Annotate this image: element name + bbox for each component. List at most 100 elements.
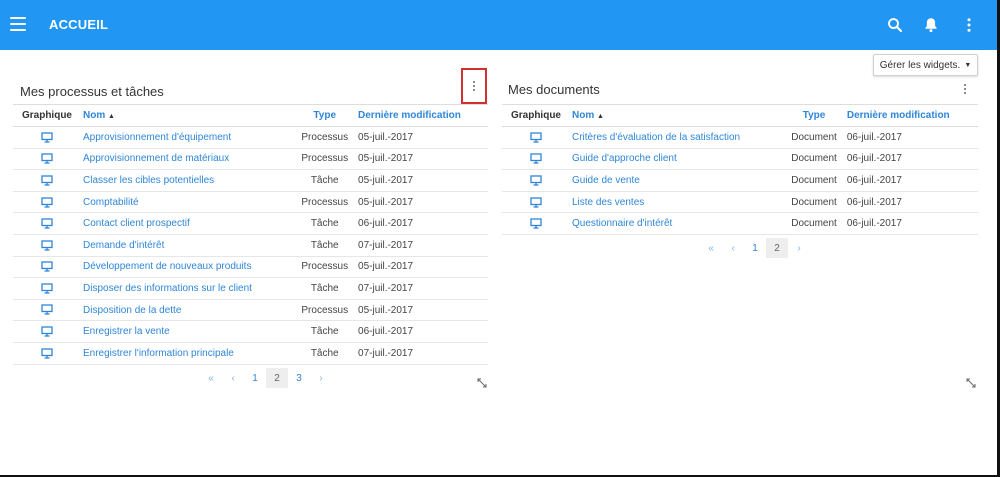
date-cell: 07-juil.-2017 bbox=[358, 239, 414, 251]
more-vert-icon[interactable] bbox=[960, 16, 978, 34]
date-cell: 05-juil.-2017 bbox=[358, 304, 414, 316]
graph-cell bbox=[502, 170, 570, 192]
prev-page-button[interactable]: ‹ bbox=[722, 238, 744, 258]
item-link[interactable]: Comptabilité bbox=[83, 197, 139, 208]
date-cell: 05-juil.-2017 bbox=[358, 153, 414, 165]
column-header-name-label: Nom bbox=[83, 110, 106, 121]
next-page-button[interactable]: › bbox=[788, 238, 810, 258]
type-cell: Document bbox=[791, 131, 837, 143]
menu-icon[interactable] bbox=[10, 17, 26, 31]
resize-handle-icon[interactable] bbox=[966, 378, 976, 388]
column-header-name-label: Nom bbox=[572, 110, 595, 121]
monitor-icon[interactable] bbox=[530, 218, 542, 229]
graph-cell bbox=[502, 148, 570, 170]
type-cell: Tâche bbox=[310, 347, 339, 359]
table-row[interactable]: Enregistrer la vente Tâche 06-juil.-2017 bbox=[13, 321, 488, 343]
table-row[interactable]: Comptabilité Processus 05-juil.-2017 bbox=[13, 191, 488, 213]
prev-page-button[interactable]: ‹ bbox=[222, 368, 244, 388]
table-row[interactable]: Contact client prospectif Tâche 06-juil.-2… bbox=[13, 213, 488, 235]
type-cell: Tâche bbox=[310, 282, 339, 294]
widget-menu-button[interactable] bbox=[952, 78, 978, 100]
manage-widgets-button[interactable]: Gérer les widgets. ▼ bbox=[873, 54, 978, 76]
bell-icon[interactable] bbox=[922, 16, 940, 34]
item-link[interactable]: Questionnaire d'intérêt bbox=[572, 218, 672, 229]
item-link[interactable]: Critères d'évaluation de la satisfaction bbox=[572, 132, 740, 143]
graph-cell bbox=[13, 256, 81, 278]
page-button[interactable]: 1 bbox=[244, 368, 266, 388]
table-row[interactable]: Disposition de la dette Processus 05-juil.… bbox=[13, 299, 488, 321]
table-row[interactable]: Enregistrer l'information principale Tâch… bbox=[13, 342, 488, 365]
graph-cell bbox=[13, 299, 81, 321]
date-cell: 06-juil.-2017 bbox=[846, 218, 902, 230]
type-cell: Document bbox=[791, 218, 837, 230]
monitor-icon[interactable] bbox=[41, 283, 53, 294]
search-icon[interactable] bbox=[886, 16, 904, 34]
item-link[interactable]: Enregistrer l'information principale bbox=[83, 348, 234, 359]
table-row[interactable]: Guide de vente Document 06-juil.-2017 bbox=[502, 170, 978, 192]
monitor-icon[interactable] bbox=[530, 153, 542, 164]
item-link[interactable]: Classer les cibles potentielles bbox=[83, 175, 214, 186]
pagination: « ‹ 1 2 3 › bbox=[200, 368, 332, 388]
column-header-name[interactable]: Nom ▲ bbox=[570, 105, 785, 127]
item-link[interactable]: Enregistrer la vente bbox=[83, 326, 170, 337]
type-cell: Tâche bbox=[310, 174, 339, 186]
caret-down-icon: ▼ bbox=[964, 61, 972, 69]
resize-handle-icon[interactable] bbox=[477, 378, 487, 388]
monitor-icon[interactable] bbox=[41, 218, 53, 229]
monitor-icon[interactable] bbox=[41, 326, 53, 337]
item-link[interactable]: Guide de vente bbox=[572, 175, 640, 186]
page-button-current[interactable]: 2 bbox=[266, 368, 288, 388]
item-link[interactable]: Disposer des informations sur le client bbox=[83, 283, 252, 294]
table-row[interactable]: Critères d'évaluation de la satisfaction… bbox=[502, 127, 978, 149]
next-page-button[interactable]: › bbox=[310, 368, 332, 388]
column-header-date[interactable]: Dernière modification bbox=[843, 105, 978, 127]
page-button[interactable]: 1 bbox=[744, 238, 766, 258]
item-link[interactable]: Approvisionnement de matériaux bbox=[83, 153, 229, 164]
table-row[interactable]: Questionnaire d'intérêt Document 06-juil.-… bbox=[502, 213, 978, 235]
table-row[interactable]: Demande d'intérêt Tâche 07-juil.-2017 bbox=[13, 234, 488, 257]
name-cell: Demande d'intérêt bbox=[81, 234, 295, 256]
monitor-icon[interactable] bbox=[41, 240, 53, 251]
monitor-icon[interactable] bbox=[41, 132, 53, 143]
date-cell: 06-juil.-2017 bbox=[846, 131, 902, 143]
graph-cell bbox=[13, 321, 81, 343]
table-header-row: Graphique Nom ▲ Type Dernière modificati… bbox=[13, 104, 488, 127]
column-header-date[interactable]: Dernière modification bbox=[354, 105, 488, 127]
item-link[interactable]: Approvisionnement d'équipement bbox=[83, 132, 231, 143]
column-header-name[interactable]: Nom ▲ bbox=[81, 105, 295, 127]
item-link[interactable]: Guide d'approche client bbox=[572, 153, 677, 164]
widget-menu-button[interactable] bbox=[461, 68, 487, 104]
item-link[interactable]: Demande d'intérêt bbox=[83, 240, 164, 251]
monitor-icon[interactable] bbox=[41, 261, 53, 272]
table-row[interactable]: Approvisionnement d'équipement Processus 0… bbox=[13, 127, 488, 149]
column-header-type[interactable]: Type bbox=[295, 105, 354, 127]
page-button[interactable]: 3 bbox=[288, 368, 310, 388]
table-row[interactable]: Classer les cibles potentielles Tâche 05-j… bbox=[13, 170, 488, 192]
type-cell: Tâche bbox=[310, 326, 339, 338]
column-header-type[interactable]: Type bbox=[785, 105, 843, 127]
table-row[interactable]: Liste des ventes Document 06-juil.-2017 bbox=[502, 191, 978, 213]
monitor-icon[interactable] bbox=[530, 196, 542, 208]
first-page-button[interactable]: « bbox=[700, 238, 722, 258]
table-row[interactable]: Guide d'approche client Document 06-juil.-… bbox=[502, 148, 978, 170]
page-button-current[interactable]: 2 bbox=[766, 238, 788, 258]
monitor-icon[interactable] bbox=[530, 132, 542, 143]
table-row[interactable]: Développement de nouveaux produits Proces… bbox=[13, 256, 488, 278]
monitor-icon[interactable] bbox=[41, 196, 53, 208]
monitor-icon[interactable] bbox=[530, 175, 542, 186]
table-row[interactable]: Disposer des informations sur le client T… bbox=[13, 278, 488, 300]
first-page-button[interactable]: « bbox=[200, 368, 222, 388]
widget-title: Mes processus et tâches bbox=[20, 84, 164, 99]
item-link[interactable]: Disposition de la dette bbox=[83, 305, 181, 316]
monitor-icon[interactable] bbox=[41, 304, 53, 316]
monitor-icon[interactable] bbox=[41, 175, 53, 186]
monitor-icon[interactable] bbox=[41, 153, 53, 164]
graph-cell bbox=[13, 148, 81, 170]
item-link[interactable]: Contact client prospectif bbox=[83, 218, 190, 229]
item-link[interactable]: Développement de nouveaux produits bbox=[83, 261, 251, 272]
manage-widgets-label: Gérer les widgets. bbox=[879, 59, 961, 71]
table-row[interactable]: Approvisionnement de matériaux Processus 0… bbox=[13, 148, 488, 170]
item-link[interactable]: Liste des ventes bbox=[572, 197, 644, 208]
graph-cell bbox=[13, 191, 81, 213]
monitor-icon[interactable] bbox=[41, 348, 53, 359]
